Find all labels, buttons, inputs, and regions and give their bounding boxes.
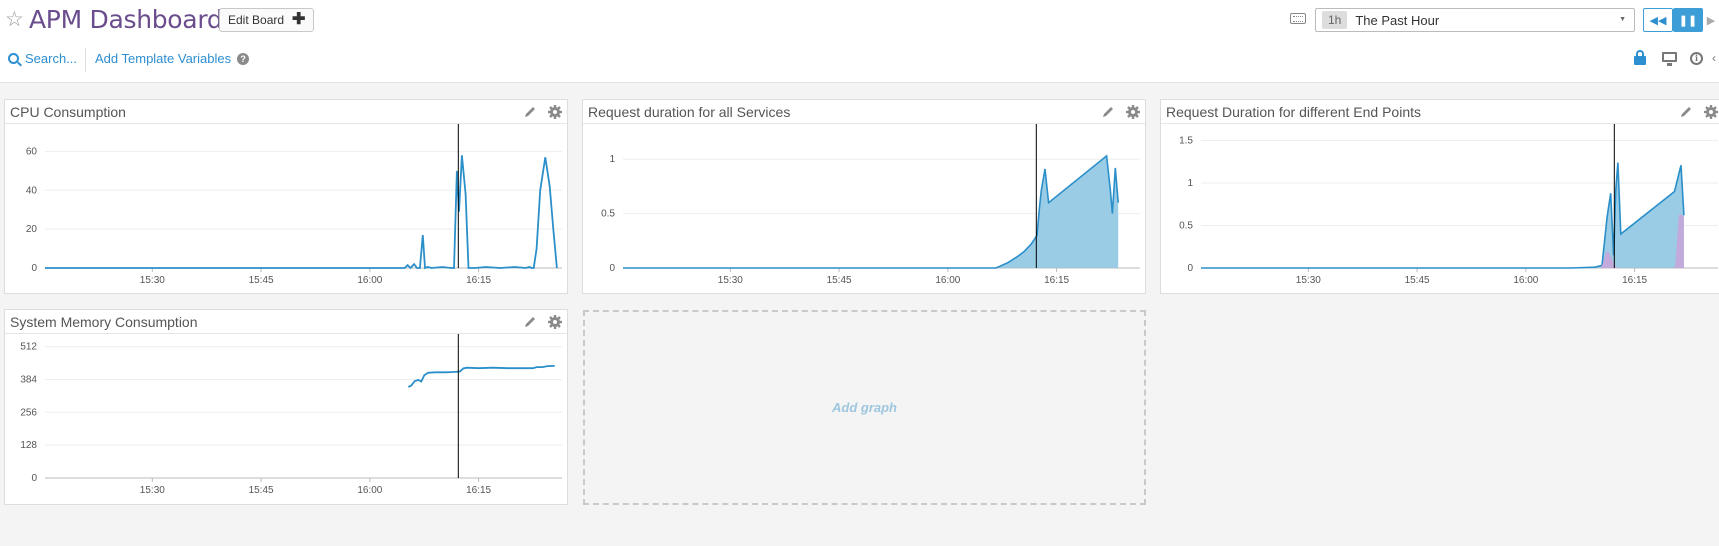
- x-tick-label: 15:45: [249, 485, 274, 496]
- share-icon[interactable]: ‹: [1712, 51, 1716, 65]
- x-tick-label: 16:15: [466, 485, 491, 496]
- widget-title: CPU Consumption: [10, 104, 126, 120]
- search-label: Search...: [25, 51, 78, 66]
- x-tick-label: 16:00: [357, 485, 382, 496]
- add-template-variables-label: Add Template Variables: [95, 51, 232, 66]
- time-range-label: The Past Hour: [1355, 12, 1440, 28]
- series-line: [407, 365, 555, 388]
- y-tick-label: 0: [31, 473, 37, 484]
- pencil-icon[interactable]: [523, 315, 537, 329]
- info-icon[interactable]: i: [1690, 52, 1703, 65]
- toolbar-divider: [85, 48, 86, 72]
- widget-header: System Memory Consumption: [5, 310, 567, 334]
- gear-icon[interactable]: [547, 104, 563, 120]
- edit-board-button[interactable]: Edit Board ✚: [219, 8, 315, 32]
- y-tick-label: 0: [31, 263, 37, 274]
- x-tick-label: 16:15: [1044, 275, 1069, 286]
- widget-request-duration-all-services: Request duration for all Services 0 0.5 1 1…: [582, 99, 1146, 294]
- pause-icon: ❚❚: [1678, 14, 1698, 27]
- y-tick-label: 20: [26, 224, 38, 235]
- y-tick-label: 128: [20, 440, 37, 451]
- cpu-chart: 0 20 40 60 15:30 15:45 16:00 16:15: [26, 124, 562, 286]
- gear-icon[interactable]: [547, 314, 563, 330]
- y-tick-label: 40: [26, 185, 38, 196]
- widget-title: Request duration for all Services: [588, 104, 791, 120]
- lock-icon[interactable]: [1634, 50, 1646, 66]
- forward-button[interactable]: ▶: [1703, 8, 1719, 32]
- end-points-chart: 0 0.5 1 1.5 15:30 15:45 16:00 16:15: [1179, 124, 1718, 286]
- widget-header: Request Duration for different End Point…: [1161, 100, 1719, 124]
- y-tick-label: 0.5: [1179, 221, 1193, 232]
- request-duration-chart: 0 0.5 1 15:30 15:45 16:00 16:15: [601, 124, 1140, 286]
- widget-title: Request Duration for different End Point…: [1166, 104, 1422, 120]
- x-tick-label: 15:30: [140, 275, 165, 286]
- y-tick-label: 1.5: [1179, 136, 1193, 147]
- x-tick-label: 16:00: [1513, 275, 1538, 286]
- top-bar: ☆ APM Dashboard Edit Board ✚ 1h The Past…: [0, 0, 1719, 83]
- pencil-icon[interactable]: [1679, 105, 1693, 119]
- pencil-icon[interactable]: [1101, 105, 1115, 119]
- dashboard-title: APM Dashboard: [29, 5, 223, 34]
- y-tick-label: 0: [1187, 263, 1193, 274]
- plus-icon: ✚: [292, 11, 306, 28]
- search-button[interactable]: Search...: [8, 51, 77, 66]
- widget-request-duration-end-points: Request Duration for different End Point…: [1160, 99, 1719, 294]
- monitor-icon[interactable]: [1662, 52, 1677, 66]
- y-tick-label: 0: [609, 263, 615, 274]
- x-tick-label: 15:30: [1296, 275, 1321, 286]
- x-tick-label: 15:45: [827, 275, 852, 286]
- add-graph-placeholder[interactable]: Add graph: [583, 310, 1146, 505]
- x-tick-label: 16:15: [466, 275, 491, 286]
- y-tick-label: 60: [26, 146, 38, 157]
- y-tick-label: 384: [20, 374, 37, 385]
- y-tick-label: 1: [609, 154, 615, 165]
- x-tick-label: 15:30: [140, 485, 165, 496]
- play-icon: ▶: [1706, 14, 1716, 27]
- time-range-badge: 1h: [1322, 11, 1348, 29]
- memory-chart: 0 128 256 384 512 15:30 15:45 16:00 16:15: [20, 334, 562, 496]
- keyboard-icon[interactable]: [1290, 13, 1306, 24]
- time-range-select[interactable]: 1h The Past Hour ▼: [1315, 8, 1635, 32]
- gear-icon[interactable]: [1703, 104, 1719, 120]
- edit-board-label: Edit Board: [228, 13, 285, 27]
- x-tick-label: 16:00: [357, 275, 382, 286]
- x-tick-label: 15:45: [1405, 275, 1430, 286]
- pause-button[interactable]: ❚❚: [1673, 8, 1703, 32]
- y-tick-label: 512: [20, 342, 37, 353]
- pencil-icon[interactable]: [523, 105, 537, 119]
- y-tick-label: 256: [20, 407, 37, 418]
- rewind-icon: ◀◀: [1649, 14, 1667, 27]
- x-tick-label: 16:00: [935, 275, 960, 286]
- star-icon[interactable]: ☆: [5, 7, 24, 33]
- widget-header: Request duration for all Services: [583, 100, 1145, 124]
- y-tick-label: 0.5: [601, 209, 615, 220]
- chevron-down-icon: ▼: [1619, 16, 1626, 23]
- add-graph-label: Add graph: [832, 400, 897, 415]
- widget-title: System Memory Consumption: [10, 314, 198, 330]
- add-template-variables-link[interactable]: Add Template Variables ?: [95, 51, 250, 66]
- search-icon: [8, 53, 19, 64]
- y-tick-label: 1: [1187, 178, 1193, 189]
- x-tick-label: 16:15: [1622, 275, 1647, 286]
- help-icon[interactable]: ?: [237, 52, 250, 65]
- widget-header: CPU Consumption: [5, 100, 567, 124]
- x-tick-label: 15:30: [718, 275, 743, 286]
- rewind-button[interactable]: ◀◀: [1643, 8, 1673, 32]
- x-tick-label: 15:45: [249, 275, 274, 286]
- gear-icon[interactable]: [1125, 104, 1141, 120]
- widget-system-memory: System Memory Consumption 0 128 256 384 512 1…: [4, 309, 568, 505]
- series-line: [45, 155, 558, 270]
- widget-cpu-consumption: CPU Consumption 0 20 40 60 15:30 15:45 16:00 16…: [4, 99, 568, 294]
